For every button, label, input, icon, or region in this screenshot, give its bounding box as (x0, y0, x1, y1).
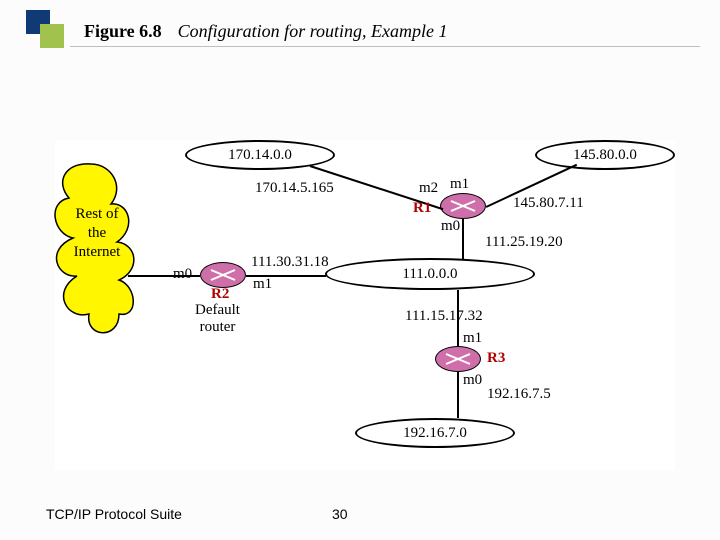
addr-r1-n111: 111.25.19.20 (485, 234, 563, 251)
net-111: 111.0.0.0 (325, 258, 535, 290)
net-192-16-label: 192.16.7.0 (403, 425, 467, 442)
footer-text: TCP/IP Protocol Suite (46, 506, 182, 522)
net-192-16: 192.16.7.0 (355, 418, 515, 448)
label-default-router: Default router (195, 302, 240, 337)
addr-170-r1: 170.14.5.165 (255, 180, 334, 197)
addr-r2-n111: 111.30.31.18 (251, 254, 329, 271)
header-rule (70, 46, 700, 47)
router-r2 (200, 262, 246, 288)
net-111-label: 111.0.0.0 (402, 266, 457, 283)
cloud-label: Rest of the Internet (67, 205, 127, 261)
figure-title: Configuration for routing, Example 1 (178, 21, 448, 42)
link-r1-n111 (462, 219, 464, 259)
iface-r2-m0: m0 (173, 266, 192, 283)
router-icon (441, 350, 475, 368)
page-number: 30 (332, 506, 348, 522)
addr-n111-r3: 111.15.17.32 (405, 308, 483, 325)
iface-r1-m2: m2 (419, 180, 438, 197)
addr-145-r1: 145.80.7.11 (513, 195, 584, 212)
header-logo (26, 10, 68, 52)
label-r1: R1 (413, 200, 431, 217)
iface-r2-m1: m1 (253, 276, 272, 293)
router-icon (446, 197, 480, 215)
label-r3: R3 (487, 350, 505, 367)
figure-number: Figure 6.8 (84, 21, 162, 42)
logo-square-green (40, 24, 64, 48)
iface-r1-m0: m0 (441, 218, 460, 235)
router-r3 (435, 346, 481, 372)
net-170-14-label: 170.14.0.0 (228, 147, 292, 164)
router-icon (206, 266, 240, 284)
router-r1 (440, 193, 486, 219)
network-diagram: Rest of the Internet 170.14.0.0 145.80.0… (55, 140, 675, 470)
iface-r1-m1: m1 (450, 176, 469, 193)
iface-r3-m0: m0 (463, 372, 482, 389)
net-145-80: 145.80.0.0 (535, 140, 675, 170)
iface-r3-m1: m1 (463, 330, 482, 347)
net-145-80-label: 145.80.0.0 (573, 147, 637, 164)
addr-r3-n192: 192.16.7.5 (487, 386, 551, 403)
link-r3-n192 (457, 372, 459, 418)
label-r2: R2 (211, 286, 229, 303)
